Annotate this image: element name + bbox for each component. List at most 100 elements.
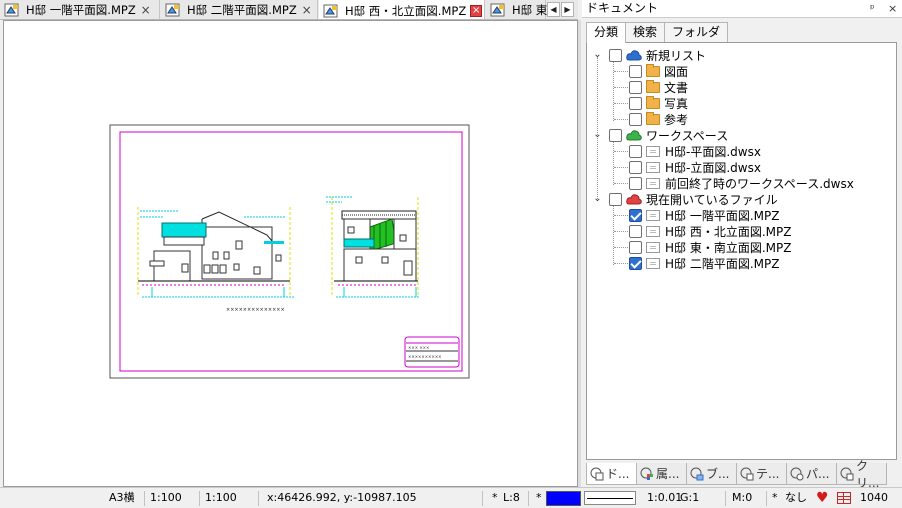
document-icon [646, 177, 660, 189]
tab-templates[interactable]: テ... [736, 463, 787, 485]
fill-pattern[interactable]: なし [785, 488, 807, 508]
checkbox[interactable] [609, 192, 622, 206]
folder-icon [646, 111, 660, 125]
drawing-scale[interactable]: 1:100 [150, 488, 182, 508]
status-bar: A3横 1:100 1:100 x:46426.992, y:-10987.10… [0, 487, 902, 508]
tree-label: 前回終了時のワークスペース.dwsx [665, 176, 854, 191]
line-ratio[interactable]: 1:0.01 [647, 488, 682, 508]
tab-folder[interactable]: フォルダ [664, 22, 729, 42]
tab-label: 属... [656, 467, 680, 481]
document-icon [646, 225, 660, 237]
drawing-file-icon [490, 3, 506, 17]
checkbox[interactable] [629, 160, 642, 174]
tree-label: H邸 東・南立面図.MPZ [665, 240, 792, 255]
checkbox-checked[interactable] [629, 208, 642, 222]
title-block: ××× ××× ×××××××××× [404, 336, 460, 368]
checkbox[interactable] [629, 64, 642, 78]
tab-label: H邸 一階平面図.MPZ [26, 3, 136, 17]
collapse-icon[interactable]: ⌄ [593, 194, 602, 204]
fill-marker: * [772, 491, 778, 504]
tab-label: H邸 二階平面図.MPZ [187, 3, 297, 17]
tab-parts[interactable]: パ... [786, 463, 837, 485]
checkbox[interactable] [629, 176, 642, 190]
tree-label: 文書 [664, 80, 689, 95]
parts-icon [790, 467, 804, 480]
table-icon[interactable] [837, 492, 851, 504]
close-icon[interactable]: × [301, 3, 313, 17]
tab-first-floor-plan[interactable]: H邸 一階平面図.MPZ × [0, 0, 160, 19]
cursor-coordinates: x:46426.992, y:-10987.105 [267, 491, 417, 504]
tree-group-open-files[interactable]: 現在開いているファイル [609, 191, 778, 207]
paper-size[interactable]: A3横 [109, 488, 135, 508]
tab-label: ブ... [706, 467, 730, 481]
tree-label: H邸 一階平面図.MPZ [665, 208, 780, 223]
checkbox[interactable] [609, 128, 622, 142]
tab-scroll-left-button[interactable]: ◀ [547, 2, 560, 17]
close-icon[interactable]: × [140, 3, 152, 17]
tree-item[interactable]: H邸 東・南立面図.MPZ [629, 239, 791, 255]
checkbox[interactable] [629, 144, 642, 158]
tab-east-south-elevation[interactable]: H邸 東 [486, 0, 547, 19]
templates-icon [740, 467, 754, 480]
close-icon[interactable]: × [888, 0, 897, 17]
tree-item[interactable]: H邸-平面図.dwsx [629, 143, 761, 159]
tab-clipboard[interactable]: クリ... [836, 459, 887, 490]
collapse-icon[interactable]: ⌄ [593, 50, 602, 60]
group-number[interactable]: G:1 [680, 488, 699, 508]
tree-group-new-list[interactable]: 新規リスト [609, 47, 706, 63]
mode-number[interactable]: M:0 [732, 488, 752, 508]
panel-bottom-tabs: ド... 属... ブ... テ... パ... クリ... [586, 459, 887, 490]
tab-category[interactable]: 分類 [586, 22, 627, 43]
tree-item[interactable]: H邸-立面図.dwsx [629, 159, 761, 175]
current-layer[interactable]: L:8 [503, 488, 520, 508]
tree-label: 図面 [664, 64, 689, 79]
checkbox[interactable] [629, 240, 642, 254]
folder-icon [646, 63, 660, 77]
tree-item[interactable]: 前回終了時のワークスペース.dwsx [629, 175, 854, 191]
checkbox[interactable] [629, 96, 642, 110]
checkbox[interactable] [609, 48, 622, 62]
tree-group-workspace[interactable]: ワークスペース [609, 127, 728, 143]
checkbox[interactable] [629, 80, 642, 94]
checkbox-checked[interactable] [629, 256, 642, 270]
layer-scale[interactable]: 1:100 [205, 488, 237, 508]
tree-item[interactable]: 参考 [629, 111, 688, 127]
blocks-icon [690, 467, 704, 480]
document-tab-bar: H邸 一階平面図.MPZ × H邸 二階平面図.MPZ × H邸 西・北立面図.… [0, 0, 578, 20]
document-panel: ドキュメント ᵖ × 分類 検索 フォルダ ⌄ 新規リスト 図面 文書 写真 参… [582, 0, 902, 490]
tree-item[interactable]: 文書 [629, 79, 688, 95]
tree-item[interactable]: H邸 二階平面図.MPZ [629, 255, 779, 271]
layer-marker: * [492, 491, 498, 504]
tree-item[interactable]: H邸 西・北立面図.MPZ [629, 223, 791, 239]
checkbox[interactable] [629, 224, 642, 238]
pin-icon[interactable]: ᵖ [870, 0, 875, 17]
tab-search[interactable]: 検索 [625, 22, 666, 42]
tab-attributes[interactable]: 属... [636, 463, 687, 485]
tree-label: ワークスペース [646, 128, 729, 143]
tab-label: テ... [756, 467, 780, 481]
document-icon [646, 209, 660, 221]
close-icon[interactable]: × [470, 4, 483, 17]
heart-icon[interactable]: ♥ [816, 490, 829, 506]
tree-label: 参考 [664, 112, 689, 127]
cloud-green-icon [626, 130, 642, 141]
tab-second-floor-plan[interactable]: H邸 二階平面図.MPZ × [161, 0, 318, 19]
tree-label: H邸 西・北立面図.MPZ [665, 224, 792, 239]
panel-tabs: 分類 検索 フォルダ [586, 22, 729, 43]
current-color-swatch[interactable] [546, 491, 581, 506]
tab-blocks[interactable]: ブ... [686, 463, 737, 485]
tab-scroll-right-button[interactable]: ▶ [561, 2, 574, 17]
document-tree: ⌄ 新規リスト 図面 文書 写真 参考 ⌄ ワークスペース H邸-平面図.dws… [586, 42, 897, 460]
tree-item[interactable]: 図面 [629, 63, 688, 79]
line-style-preview[interactable] [584, 491, 636, 505]
tab-document[interactable]: ド... [586, 463, 637, 485]
tree-label: 新規リスト [646, 48, 707, 63]
tree-label: H邸-立面図.dwsx [665, 160, 761, 175]
tree-item[interactable]: H邸 一階平面図.MPZ [629, 207, 779, 223]
vertical-splitter[interactable] [578, 20, 581, 487]
drawing-canvas[interactable]: ×××××××××××××× ××× ××× ×××××××××× [3, 20, 578, 487]
tree-item[interactable]: 写真 [629, 95, 688, 111]
tab-west-north-elevation[interactable]: H邸 西・北立面図.MPZ × [319, 0, 485, 19]
collapse-icon[interactable]: ⌄ [593, 130, 602, 140]
checkbox[interactable] [629, 112, 642, 126]
